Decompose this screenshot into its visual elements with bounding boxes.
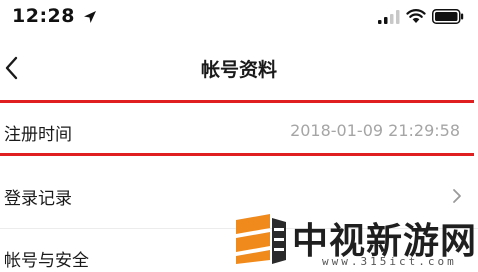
account-profile-screen: 12:28 帐号资料 注册时间 2018-01-09 21:29:58 登录记录… xyxy=(0,0,478,272)
page-title: 帐号资料 xyxy=(200,59,277,81)
watermark-logo-icon xyxy=(236,214,286,264)
status-time: 12:28 xyxy=(12,5,75,27)
battery-icon xyxy=(432,9,464,24)
account-security-label: 帐号与安全 xyxy=(4,251,89,271)
watermark-url: www.315ict.com xyxy=(322,255,457,268)
highlight-box xyxy=(0,100,474,156)
location-arrow-icon xyxy=(84,11,96,23)
wifi-icon xyxy=(406,9,426,23)
status-bar: 12:28 xyxy=(0,0,478,36)
chevron-right-icon xyxy=(453,189,461,203)
nav-bar: 帐号资料 xyxy=(0,44,478,92)
site-watermark: 中视新游网 www.315ict.com xyxy=(226,208,478,272)
cellular-signal-icon xyxy=(378,10,400,24)
login-records-label: 登录记录 xyxy=(4,189,72,209)
